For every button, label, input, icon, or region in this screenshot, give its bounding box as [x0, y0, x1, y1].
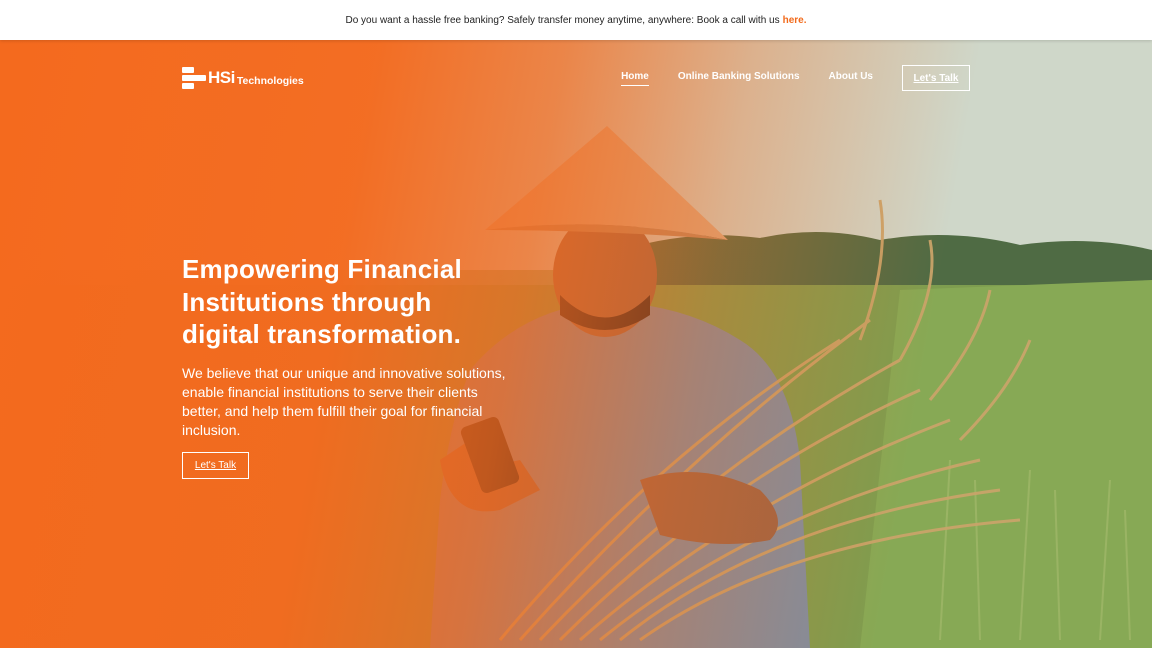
main-header: HSi Technologies Home Online Banking Sol… [182, 64, 970, 92]
header-lets-talk-button[interactable]: Let's Talk [902, 65, 970, 91]
company-logo[interactable]: HSi Technologies [182, 67, 304, 89]
logo-primary-text: HSi [208, 68, 235, 87]
hero-title: Empowering Financial Institutions throug… [182, 253, 522, 351]
nav-link-about-us[interactable]: About Us [829, 71, 873, 85]
announcement-bar: Do you want a hassle free banking? Safel… [0, 0, 1152, 40]
hero-title-line-1: Empowering Financial [182, 254, 462, 284]
hero-title-line-2: Institutions through [182, 286, 432, 317]
logo-secondary-text: Technologies [236, 74, 304, 87]
announcement-link[interactable]: here. [783, 15, 807, 26]
nav-link-online-banking[interactable]: Online Banking Solutions [678, 71, 800, 85]
hero-section: HSi Technologies Home Online Banking Sol… [0, 40, 1152, 648]
main-nav: Home Online Banking Solutions About Us L… [592, 65, 970, 91]
nav-link-home[interactable]: Home [621, 71, 649, 86]
hero-subtitle: We believe that our unique and innovativ… [182, 364, 506, 438]
hero-lets-talk-button[interactable]: Let's Talk [182, 451, 249, 479]
announcement-text: Do you want a hassle free banking? Safel… [345, 14, 780, 26]
hero-gradient-overlay [0, 40, 1152, 648]
logo-mark-icon [182, 67, 206, 89]
hero-title-line-3: digital transformation. [182, 319, 462, 349]
hero-content: Empowering Financial Institutions throug… [182, 253, 522, 479]
